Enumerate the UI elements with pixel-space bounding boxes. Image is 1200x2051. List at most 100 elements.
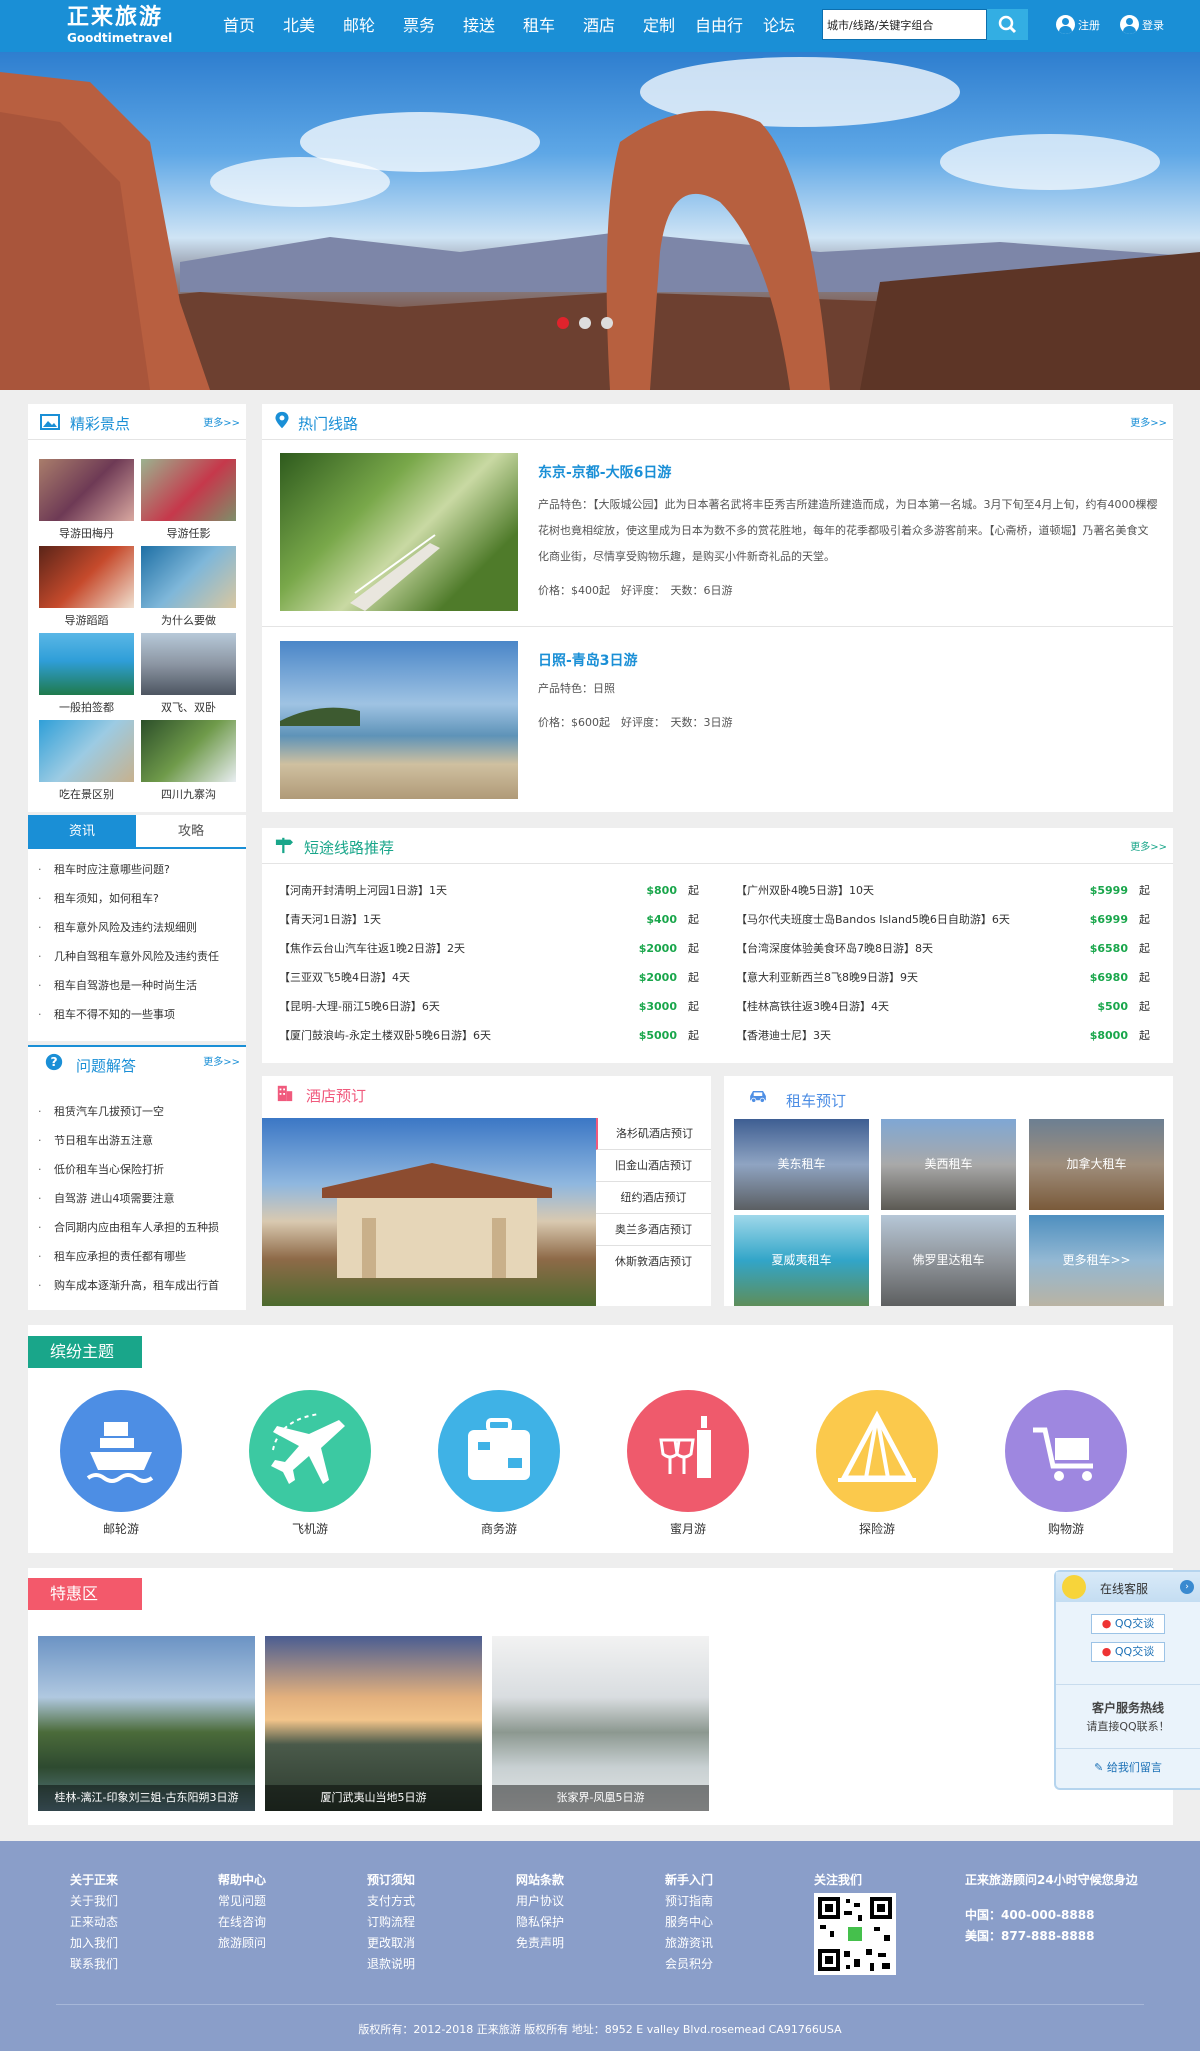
register-link[interactable]: 注册 [1056, 15, 1100, 34]
footer-link[interactable]: 关于我们 [70, 1891, 118, 1912]
short-route-name[interactable]: 【三亚双飞5晚4日游】4天 [279, 971, 410, 984]
scenic-caption[interactable]: 一般拍签都 [39, 700, 134, 716]
nav-item[interactable]: 自由行 [694, 0, 744, 52]
route-name[interactable]: 日照-青岛3日游 [538, 650, 638, 670]
short-route-name[interactable]: 【桂林高铁往返3晚4日游】4天 [736, 1000, 889, 1013]
short-route-row[interactable]: 【厦门鼓浪屿-永定土楼双卧5晚6日游】6天 $5000 起 [279, 1021, 699, 1050]
short-route-name[interactable]: 【青天河1日游】1天 [279, 913, 381, 926]
leave-message-link[interactable]: ✎ 给我们留言 [1056, 1748, 1200, 1775]
scenic-caption[interactable]: 四川九寨沟 [141, 787, 236, 803]
nav-item[interactable]: 首页 [214, 0, 264, 52]
footer-link[interactable]: 用户协议 [516, 1891, 564, 1912]
nav-item[interactable]: 票务 [394, 0, 444, 52]
scenic-thumb[interactable] [39, 459, 134, 521]
footer-link[interactable]: 订购流程 [367, 1912, 415, 1933]
theme-label[interactable]: 购物游 [1005, 1520, 1127, 1537]
nav-item[interactable]: 定制 [634, 0, 684, 52]
scenic-caption[interactable]: 导游任影 [141, 526, 236, 542]
short-routes-more-link[interactable]: 更多>> [1130, 838, 1167, 853]
deal-card[interactable]: 厦门武夷山当地5日游 [265, 1636, 482, 1811]
theme-shopping[interactable] [1005, 1390, 1127, 1512]
theme-label[interactable]: 蜜月游 [627, 1520, 749, 1537]
short-route-name[interactable]: 【广州双卧4晚5日游】10天 [736, 884, 874, 897]
short-route-row[interactable]: 【马尔代夫班度士岛Bandos Island5晚6日自助游】6天 $6999 起 [736, 905, 1150, 934]
faq-more-link[interactable]: 更多>> [203, 1053, 240, 1068]
car-region[interactable]: 更多租车>> [1029, 1215, 1164, 1306]
route-name[interactable]: 东京-京都-大阪6日游 [538, 462, 671, 482]
tab-news[interactable]: 资讯 [28, 815, 136, 849]
banner-dot-active[interactable] [557, 317, 569, 329]
footer-link[interactable]: 预订指南 [665, 1891, 713, 1912]
footer-link[interactable]: 更改取消 [367, 1933, 415, 1954]
short-route-row[interactable]: 【焦作云台山汽车往返1晚2日游】2天 $2000 起 [279, 934, 699, 963]
scenic-thumb[interactable] [141, 720, 236, 782]
theme-honeymoon[interactable] [627, 1390, 749, 1512]
faq-item[interactable]: 低价租车当心保险打折 [22, 1155, 246, 1184]
theme-label[interactable]: 飞机游 [249, 1520, 371, 1537]
short-route-row[interactable]: 【香港迪士尼】3天 $8000 起 [736, 1021, 1150, 1050]
short-route-row[interactable]: 【意大利亚新西兰8飞8晚9日游】9天 $6980 起 [736, 963, 1150, 992]
scenic-caption[interactable]: 双飞、双卧 [141, 700, 236, 716]
nav-item[interactable]: 租车 [514, 0, 564, 52]
faq-item[interactable]: 租赁汽车几拔预订一空 [22, 1097, 246, 1126]
qr-code-icon[interactable] [814, 1893, 896, 1975]
hotel-link[interactable]: 奥兰多酒店预订 [596, 1214, 711, 1246]
car-region[interactable]: 加拿大租车 [1029, 1119, 1164, 1210]
scenic-caption[interactable]: 为什么要做 [141, 613, 236, 629]
hot-routes-more-link[interactable]: 更多>> [1130, 414, 1167, 429]
car-region[interactable]: 美东租车 [734, 1119, 869, 1210]
scenic-caption[interactable]: 导游田梅丹 [39, 526, 134, 542]
faq-item[interactable]: 合同期内应由租车人承担的五种损 [22, 1213, 246, 1242]
nav-item[interactable]: 论坛 [754, 0, 804, 52]
footer-link[interactable]: 免责声明 [516, 1933, 564, 1954]
banner-dot[interactable] [579, 317, 591, 329]
short-route-name[interactable]: 【焦作云台山汽车往返1晚2日游】2天 [279, 942, 465, 955]
search-input[interactable]: 城市/线路/关键字组合 [822, 9, 987, 40]
short-route-name[interactable]: 【河南开封清明上河园1日游】1天 [279, 884, 447, 897]
hotel-link[interactable]: 纽约酒店预订 [596, 1182, 711, 1214]
footer-link[interactable]: 正来动态 [70, 1912, 118, 1933]
theme-cruise[interactable] [60, 1390, 182, 1512]
qq-chat-button[interactable]: ● QQ交谈 [1091, 1614, 1165, 1634]
footer-link[interactable]: 在线咨询 [218, 1912, 266, 1933]
car-region[interactable]: 夏威夷租车 [734, 1215, 869, 1306]
deal-card[interactable]: 张家界-凤凰5日游 [492, 1636, 709, 1811]
theme-adventure[interactable] [816, 1390, 938, 1512]
theme-label[interactable]: 商务游 [438, 1520, 560, 1537]
news-item[interactable]: 几种自驾租车意外风险及违约责任 [22, 942, 246, 971]
footer-link[interactable]: 联系我们 [70, 1954, 118, 1975]
deal-caption[interactable]: 厦门武夷山当地5日游 [265, 1785, 482, 1811]
news-item[interactable]: 租车不得不知的一些事项 [22, 1000, 246, 1029]
scenic-more-link[interactable]: 更多>> [203, 414, 240, 429]
short-route-row[interactable]: 【青天河1日游】1天 $400 起 [279, 905, 699, 934]
hotel-link[interactable]: 洛杉矶酒店预订 [596, 1118, 711, 1150]
footer-link[interactable]: 会员积分 [665, 1954, 713, 1975]
footer-link[interactable]: 加入我们 [70, 1933, 118, 1954]
route-image[interactable] [280, 641, 518, 799]
banner-dot[interactable] [601, 317, 613, 329]
site-logo[interactable]: 正来旅游 Goodtimetravel [67, 6, 172, 46]
short-route-row[interactable]: 【台湾深度体验美食环岛7晚8日游】8天 $6580 起 [736, 934, 1150, 963]
deal-caption[interactable]: 张家界-凤凰5日游 [492, 1785, 709, 1811]
short-route-row[interactable]: 【昆明-大理-丽江5晚6日游】6天 $3000 起 [279, 992, 699, 1021]
short-route-name[interactable]: 【台湾深度体验美食环岛7晚8日游】8天 [736, 942, 933, 955]
theme-business[interactable] [438, 1390, 560, 1512]
hotel-link[interactable]: 旧金山酒店预订 [596, 1150, 711, 1182]
footer-link[interactable]: 支付方式 [367, 1891, 415, 1912]
hero-banner[interactable] [0, 52, 1200, 390]
footer-link[interactable]: 旅游顾问 [218, 1933, 266, 1954]
short-route-row[interactable]: 【桂林高铁往返3晚4日游】4天 $500 起 [736, 992, 1150, 1021]
car-region[interactable]: 佛罗里达租车 [881, 1215, 1016, 1306]
news-item[interactable]: 租车时应注意哪些问题? [22, 855, 246, 884]
qq-chat-button[interactable]: ● QQ交谈 [1091, 1642, 1165, 1662]
short-route-row[interactable]: 【三亚双飞5晚4日游】4天 $2000 起 [279, 963, 699, 992]
theme-label[interactable]: 探险游 [816, 1520, 938, 1537]
tab-guide[interactable]: 攻略 [136, 815, 246, 849]
faq-item[interactable]: 节日租车出游五注意 [22, 1126, 246, 1155]
nav-item[interactable]: 邮轮 [334, 0, 384, 52]
faq-item[interactable]: 购车成本逐渐升高，租车成出行首 [22, 1271, 246, 1300]
scenic-thumb[interactable] [39, 633, 134, 695]
footer-link[interactable]: 旅游资讯 [665, 1933, 713, 1954]
search-button[interactable] [987, 9, 1028, 40]
hotel-image[interactable] [262, 1118, 596, 1306]
